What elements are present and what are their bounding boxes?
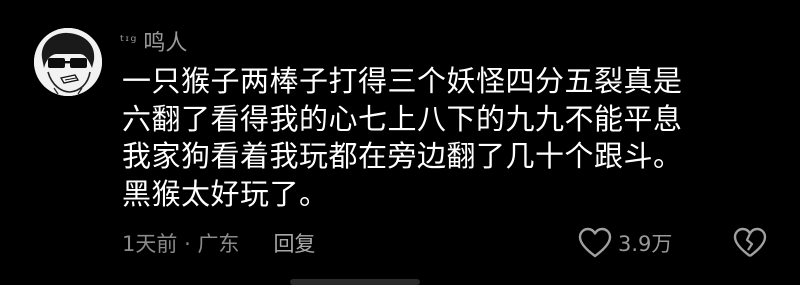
comment-line: 黑猴太好玩了。 — [122, 176, 329, 211]
post-location: 广东 — [197, 232, 240, 256]
comment-line: 一只猴子两棒子打得三个妖怪四分五裂真是 — [122, 64, 683, 98]
like-button[interactable]: 3.9万 — [578, 224, 672, 262]
comment-meta: 1天前 · 广东 回复 — [122, 226, 315, 260]
meta-separator: · — [184, 232, 191, 256]
divider — [290, 279, 420, 285]
username[interactable]: 鸣人 — [143, 25, 187, 57]
comment-text: 一只猴子两棒子打得三个妖怪四分五裂真是 六翻了看得我的心七上八下的九九不能平息 … — [122, 63, 762, 213]
avatar[interactable] — [34, 28, 102, 96]
time-location: 1天前 · 广东 — [122, 228, 239, 258]
comment-line: 六翻了看得我的心七上八下的九九不能平息 — [122, 101, 683, 136]
comment-line: 我家狗看着我玩都在旁边翻了几十个跟斗。 — [122, 139, 683, 173]
user-badge: ᵗᶦᵍ — [120, 32, 138, 50]
avatar-illustration-icon — [34, 28, 102, 96]
like-count: 3.9万 — [618, 232, 673, 256]
comment-item: ᵗᶦᵍ 鸣人 一只猴子两棒子打得三个妖怪四分五裂真是 六翻了看得我的心七上八下的… — [0, 0, 800, 285]
username-row[interactable]: ᵗᶦᵍ 鸣人 — [120, 26, 187, 56]
post-time: 1天前 — [122, 232, 178, 256]
broken-heart-icon[interactable] — [732, 225, 768, 261]
heart-outline-icon — [578, 227, 612, 258]
reply-button[interactable]: 回复 — [273, 228, 315, 258]
